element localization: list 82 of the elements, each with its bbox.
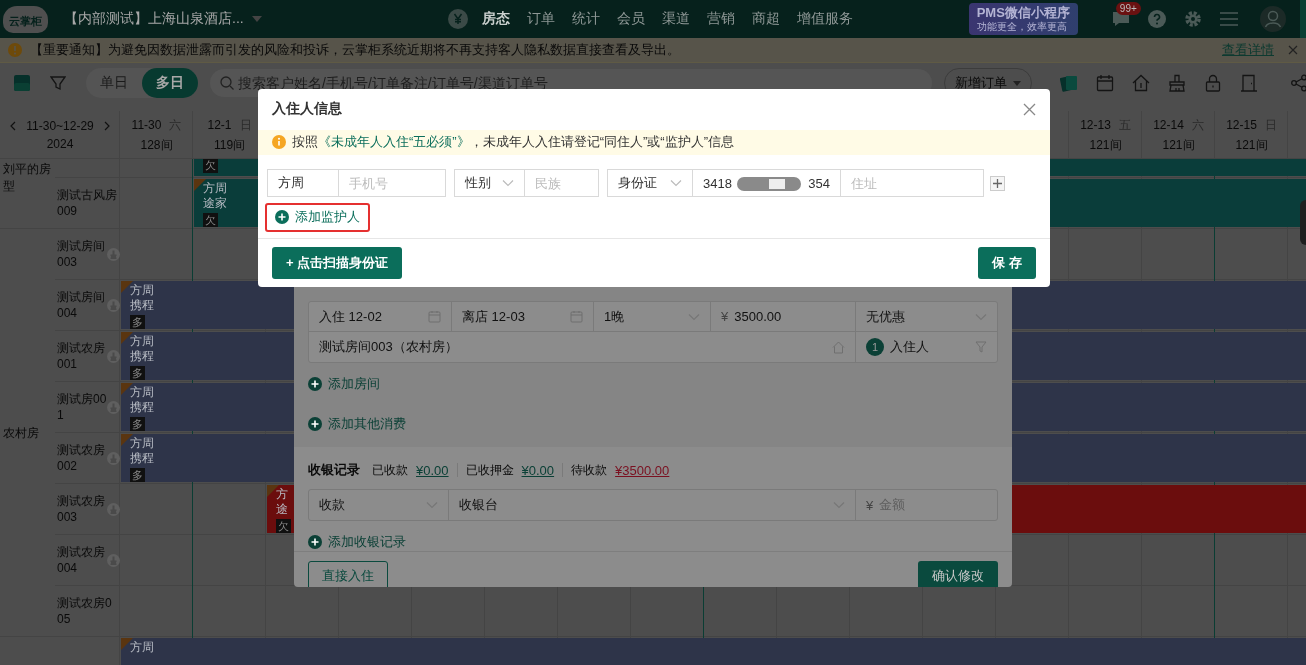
- status-tag: 欠: [203, 213, 218, 227]
- cashier-select[interactable]: 收银台: [449, 490, 856, 520]
- nights-select[interactable]: 1晚: [594, 302, 711, 332]
- room-type-name: 刘平的房型: [3, 161, 52, 195]
- guest-name: 方周: [130, 385, 154, 400]
- ethnicity-field[interactable]: 民族: [524, 169, 599, 197]
- date-label: 12-15: [1226, 117, 1257, 132]
- status-tag: 多: [130, 366, 145, 380]
- add-payment-link[interactable]: 添加收银记录: [308, 533, 406, 551]
- nav-tab[interactable]: 会员: [616, 10, 645, 28]
- amount-value[interactable]: ¥0.00: [416, 462, 449, 478]
- save-button[interactable]: 保 存: [978, 247, 1036, 279]
- check-in-field[interactable]: 入住 12-02: [309, 302, 452, 332]
- channel-name: 携程: [130, 298, 154, 313]
- nav-tab[interactable]: 商超: [751, 10, 780, 28]
- add-room-link[interactable]: 添加房间: [308, 375, 380, 393]
- room-type-name: 农村房: [3, 424, 39, 442]
- notice-text: 【重要通知】为避免因数据泄露而引发的风险和投诉，云掌柜系统近期将不再支持客人隐私数据直接查看及导出。: [30, 41, 681, 59]
- view-tab[interactable]: 多日: [142, 68, 198, 98]
- amount-label: 待收款: [571, 461, 608, 479]
- room-select[interactable]: 测试房间003（农村房）: [309, 332, 856, 362]
- guest-name: 方周: [130, 334, 154, 349]
- nav-tab[interactable]: 增值服务: [796, 10, 853, 28]
- room-count: 121间: [1162, 136, 1195, 154]
- minor-notice: 按照《未成年人入住“五必须”》，未成年人入住请登记“同住人”或“监护人”信息: [292, 133, 734, 152]
- date-label: 12-13: [1080, 117, 1111, 132]
- guest-name: 方周: [130, 283, 154, 298]
- channel-name: 途: [276, 502, 288, 517]
- scan-id-button[interactable]: + 点击扫描身份证: [272, 247, 403, 279]
- room-count: 128间: [140, 136, 173, 154]
- nav-tab[interactable]: 渠道: [661, 10, 690, 28]
- confirm-button[interactable]: 确认修改: [918, 561, 998, 587]
- date-range: 11-30~12-29: [26, 119, 94, 133]
- status-tag: 多: [130, 468, 145, 482]
- nav-tab[interactable]: 营销: [706, 10, 735, 28]
- payment-type-select[interactable]: 收款: [309, 490, 449, 520]
- room-count: 121间: [1235, 136, 1268, 154]
- phone-field[interactable]: 手机号: [338, 169, 446, 197]
- gender-select[interactable]: 性别: [454, 169, 525, 197]
- guest-name: 方周: [130, 436, 154, 451]
- price-field[interactable]: ¥ 3500.00: [711, 302, 856, 332]
- notification-badge: 99+: [1115, 2, 1141, 15]
- guest-select[interactable]: 1 入住人: [856, 332, 997, 362]
- id-number-field[interactable]: 3418 354: [692, 169, 841, 197]
- guest-name: 方周: [130, 640, 154, 655]
- amount-value[interactable]: ¥3500.00: [615, 462, 670, 478]
- date-label: 12-14: [1153, 117, 1184, 132]
- date-label: 11-30: [131, 117, 162, 132]
- address-field[interactable]: 住址: [840, 169, 984, 197]
- amount-label: 已收押金: [465, 461, 514, 479]
- year-label: 2024: [46, 137, 74, 151]
- status-tag: 多: [130, 315, 145, 329]
- room-count: 119间: [213, 136, 246, 154]
- check-in-button[interactable]: 直接入住: [308, 561, 388, 587]
- hotel-name[interactable]: 【内部测试】上海山泉酒店...: [64, 10, 244, 28]
- amount-value[interactable]: ¥0.00: [521, 462, 555, 478]
- id-type-select[interactable]: 身份证: [607, 169, 693, 197]
- nav-tab[interactable]: 房态: [481, 10, 510, 28]
- channel-name: 携程: [130, 349, 154, 364]
- room-count: 121间: [1089, 136, 1122, 154]
- date-label: 12-1: [207, 117, 232, 132]
- promo-banner[interactable]: PMS微信小程序 功能更全，效率更高: [968, 3, 1078, 35]
- add-other-link[interactable]: 添加其他消费: [308, 415, 406, 433]
- nav-tab[interactable]: 统计: [571, 10, 600, 28]
- check-out-field[interactable]: 离店 12-03: [452, 302, 594, 332]
- nav-tab[interactable]: 订单: [526, 10, 555, 28]
- section-title: 收银记录: [308, 461, 360, 479]
- channel-name: 携程: [130, 451, 154, 466]
- channel-name: 途家: [203, 196, 227, 211]
- status-tag: 欠: [276, 519, 291, 533]
- status-tag: 多: [130, 417, 145, 431]
- guest-name: 方: [276, 487, 288, 502]
- amount-label: 已收款: [372, 461, 408, 479]
- discount-select[interactable]: 无优惠: [856, 302, 997, 332]
- dialog-title: 入住人信息: [272, 100, 342, 119]
- guest-name: 方周: [203, 181, 227, 196]
- policy-link[interactable]: 《未成年人入住“五必须”》: [318, 134, 470, 150]
- booking-block[interactable]: 方周: [121, 638, 1306, 665]
- channel-name: 携程: [130, 400, 154, 415]
- name-field[interactable]: 方周: [267, 169, 339, 197]
- status-tag: 欠: [203, 159, 218, 173]
- add-guardian-link[interactable]: 添加监护人: [265, 203, 370, 232]
